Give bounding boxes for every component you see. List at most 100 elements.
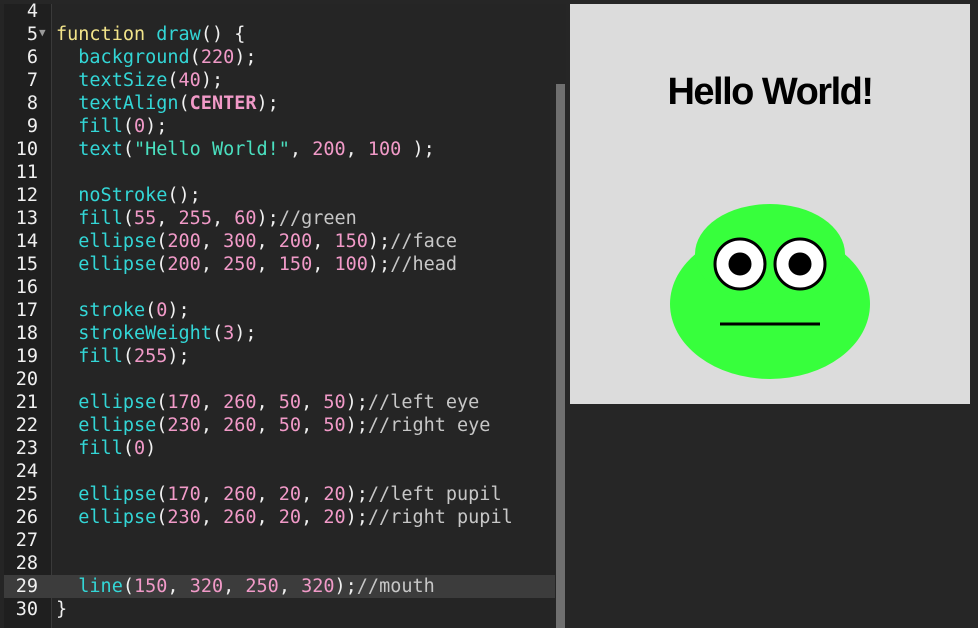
code-token: );	[234, 323, 257, 344]
code-line[interactable]: 4	[0, 0, 556, 23]
code-token: 20	[323, 484, 346, 505]
code-token: 255	[178, 208, 212, 229]
code-token: 0	[133, 438, 146, 459]
sketch-canvas[interactable]: Hello World!	[570, 4, 970, 404]
code-token: 100	[367, 139, 402, 160]
code-token: 150	[133, 576, 168, 597]
code-text: textSize(40);	[56, 69, 223, 92]
code-token: ellipse	[78, 392, 157, 413]
code-token: (	[156, 415, 168, 436]
line-number: 21	[15, 392, 38, 413]
line-number: 23	[15, 438, 38, 459]
code-line[interactable]: 15 ellipse(200, 250, 150, 100);//head	[0, 253, 556, 276]
line-number: 29	[15, 576, 38, 597]
hello-world-text: Hello World!	[667, 71, 872, 113]
code-token: (	[145, 300, 157, 321]
code-token: ,	[211, 208, 235, 229]
code-text: noStroke();	[56, 184, 201, 207]
code-token: );	[167, 346, 190, 367]
code-text: text("Hello World!", 200, 100 );	[56, 138, 435, 161]
code-text: line(150, 320, 250, 320);//mouth	[56, 575, 434, 598]
editor-scrollbar[interactable]	[556, 84, 565, 628]
code-line[interactable]: 24	[0, 460, 556, 483]
line-number: 28	[15, 553, 38, 574]
code-line[interactable]: 8 textAlign(CENTER);	[0, 92, 556, 115]
code-token: ,	[345, 139, 368, 160]
line-number: 5	[26, 24, 38, 45]
code-token: ,	[200, 231, 224, 252]
code-line[interactable]: 18 strokeWeight(3);	[0, 322, 556, 345]
line-number: 16	[15, 277, 38, 298]
code-line[interactable]: 30}	[0, 598, 556, 621]
code-token: (	[156, 231, 168, 252]
line-number: 27	[15, 530, 38, 551]
code-token: );	[345, 415, 368, 436]
code-line[interactable]: 6 background(220);	[0, 46, 556, 69]
fold-arrow-icon[interactable]: ▼	[39, 23, 46, 43]
code-token: 0	[133, 116, 146, 137]
code-token: ellipse	[78, 507, 157, 528]
code-token: 230	[167, 415, 201, 436]
code-token: (	[167, 70, 179, 91]
code-line[interactable]: 9 fill(0);	[0, 115, 556, 138]
code-token: noStroke	[78, 185, 168, 206]
code-line[interactable]: 7 textSize(40);	[0, 69, 556, 92]
line-number: 13	[15, 208, 38, 229]
line-number: 15	[15, 254, 38, 275]
code-line[interactable]: 25 ellipse(170, 260, 20, 20);//left pupi…	[0, 483, 556, 506]
code-line[interactable]: 10 text("Hello World!", 200, 100 );	[0, 138, 556, 161]
code-text: ellipse(170, 260, 20, 20);//left pupil	[56, 483, 501, 506]
code-line[interactable]: 19 fill(255);	[0, 345, 556, 368]
code-line[interactable]: 22 ellipse(230, 260, 50, 50);//right eye	[0, 414, 556, 437]
code-token: (	[156, 507, 168, 528]
code-token: );	[145, 116, 168, 137]
code-line[interactable]: 12 noStroke();	[0, 184, 556, 207]
code-line[interactable]: 29 line(150, 320, 250, 320);//mouth	[0, 575, 556, 598]
code-line[interactable]: 14 ellipse(200, 300, 200, 150);//face	[0, 230, 556, 253]
code-line[interactable]: 17 stroke(0);	[0, 299, 556, 322]
code-token: //face	[390, 231, 458, 252]
code-token: 320	[301, 576, 335, 597]
code-token: );	[367, 254, 391, 275]
code-token: );	[401, 139, 435, 160]
code-token: ,	[200, 415, 224, 436]
code-token: //right eye	[367, 415, 491, 436]
line-number: 18	[15, 323, 38, 344]
code-text: ellipse(230, 260, 20, 20);//right pupil	[56, 506, 512, 529]
code-line[interactable]: 16	[0, 276, 556, 299]
code-token: ,	[200, 392, 224, 413]
code-text: ellipse(200, 250, 150, 100);//head	[56, 253, 457, 276]
code-token: 260	[223, 507, 257, 528]
code-line[interactable]: 23 fill(0)	[0, 437, 556, 460]
code-line[interactable]: 26 ellipse(230, 260, 20, 20);//right pup…	[0, 506, 556, 529]
code-token: 320	[189, 576, 224, 597]
code-editor[interactable]: 4 5 ▼ function draw() {6 background(220); 7 …	[0, 0, 566, 628]
code-token: (	[156, 254, 168, 275]
left-pupil	[728, 252, 752, 276]
line-number: 19	[15, 346, 38, 367]
code-token: );	[234, 47, 257, 68]
code-line[interactable]: 27	[0, 529, 556, 552]
code-token: ,	[301, 484, 324, 505]
code-token: ,	[301, 507, 324, 528]
code-token: 170	[167, 392, 201, 413]
code-line[interactable]: 13 fill(55, 255, 60);//green	[0, 207, 556, 230]
code-token: 60	[234, 208, 257, 229]
code-token: (	[122, 438, 134, 459]
code-line[interactable]: 11	[0, 161, 556, 184]
code-token: );	[367, 231, 391, 252]
code-line[interactable]: 20	[0, 368, 556, 391]
code-token: fill	[78, 346, 123, 367]
right-pupil	[788, 252, 812, 276]
code-line[interactable]: 21 ellipse(170, 260, 50, 50);//left eye	[0, 391, 556, 414]
code-line[interactable]: 5 ▼ function draw() {	[0, 23, 556, 46]
code-token: 200	[278, 231, 313, 252]
code-line[interactable]: 28	[0, 552, 556, 575]
code-token: textAlign	[78, 93, 179, 114]
code-token: ,	[200, 507, 224, 528]
code-token: (	[122, 208, 134, 229]
